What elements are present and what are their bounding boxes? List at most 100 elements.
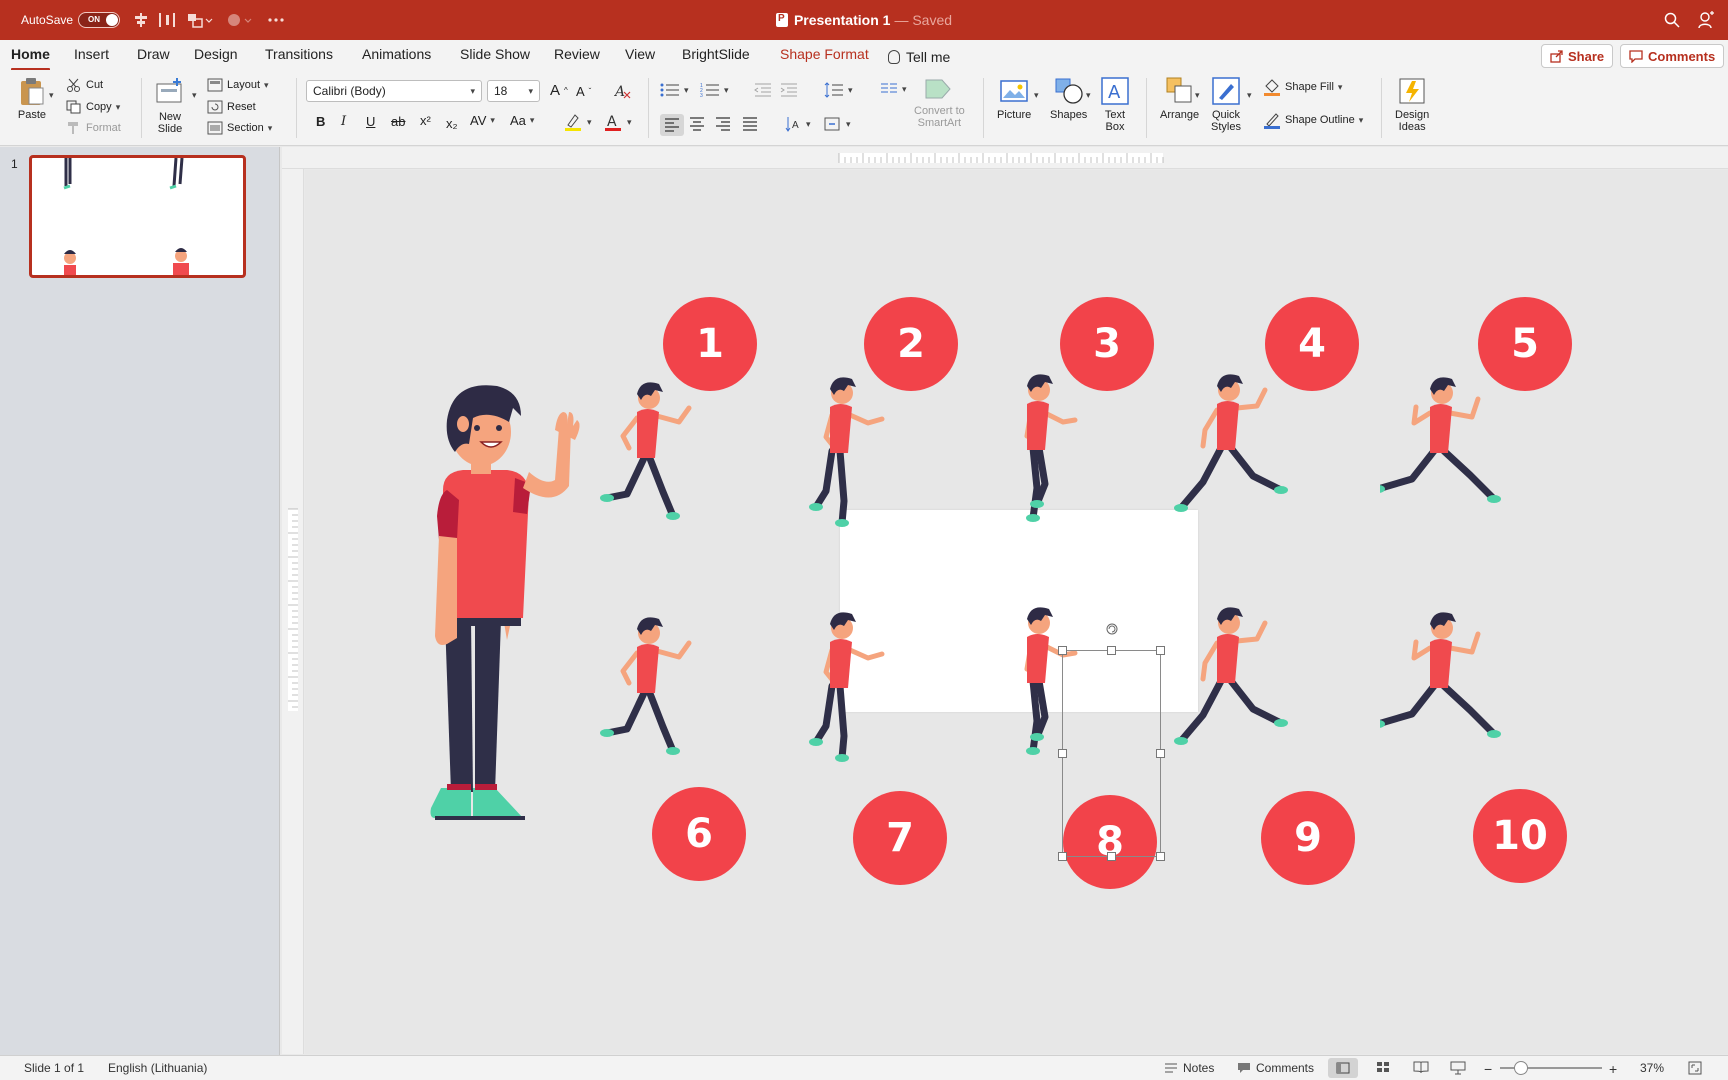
shapes-dropdown-icon[interactable]: ▾ <box>1086 90 1091 101</box>
autosave-toggle[interactable]: ON <box>78 12 120 28</box>
quick-styles-dropdown-icon[interactable]: ▾ <box>1247 90 1252 101</box>
format-painter-button[interactable]: Format <box>66 121 121 135</box>
font-size-select[interactable]: 18 ▾ <box>487 80 540 102</box>
layout-button[interactable]: Layout ▾ <box>207 78 269 92</box>
decrease-indent-button[interactable] <box>754 82 772 98</box>
share-button[interactable]: Share <box>1541 44 1614 68</box>
distribute-icon[interactable] <box>158 0 176 40</box>
running-character-frame-1[interactable] <box>587 378 717 538</box>
tab-home[interactable]: Home <box>11 46 50 71</box>
arrange-button[interactable]: Arrange <box>1160 76 1199 121</box>
fit-slide-button[interactable] <box>1688 1061 1702 1075</box>
slide-thumbnail[interactable] <box>29 155 246 278</box>
slideshow-view-button[interactable] <box>1450 1061 1466 1075</box>
resize-handle[interactable] <box>1058 646 1067 655</box>
search-icon[interactable] <box>1664 0 1680 40</box>
shape-outline-button[interactable]: Shape Outline ▾ <box>1263 111 1363 129</box>
cut-button[interactable]: Cut <box>66 78 103 92</box>
language-indicator[interactable]: English (Lithuania) <box>108 1061 207 1075</box>
shape-effects-icon[interactable] <box>226 0 252 40</box>
resize-handle[interactable] <box>1156 749 1165 758</box>
notes-button[interactable]: Notes <box>1164 1061 1214 1075</box>
resize-handle[interactable] <box>1107 852 1116 861</box>
tab-shape-format[interactable]: Shape Format <box>780 46 869 68</box>
text-box-button[interactable]: A Text Box <box>1100 76 1130 133</box>
align-left-button[interactable] <box>660 114 684 136</box>
running-character-frame-4[interactable] <box>1167 370 1297 530</box>
paste-dropdown-icon[interactable]: ▾ <box>49 90 54 101</box>
resize-handle[interactable] <box>1156 646 1165 655</box>
line-spacing-button[interactable]: ▾ <box>824 82 853 98</box>
zoom-level[interactable]: 37% <box>1640 1061 1664 1075</box>
highlight-button[interactable]: ▾ <box>563 112 592 132</box>
number-circle-1[interactable]: 1 <box>663 297 757 391</box>
align-center-icon[interactable] <box>133 0 149 40</box>
align-center-button[interactable] <box>689 117 705 131</box>
copy-dropdown-icon[interactable]: ▾ <box>116 102 121 113</box>
section-button[interactable]: Section ▾ <box>207 121 272 135</box>
arrange-dropdown-icon[interactable]: ▾ <box>1195 90 1200 101</box>
justify-button[interactable] <box>742 117 758 131</box>
running-character-frame-7[interactable] <box>780 608 910 768</box>
number-circle-9[interactable]: 9 <box>1261 791 1355 885</box>
zoom-slider[interactable] <box>1500 1061 1602 1075</box>
zoom-out-button[interactable]: − <box>1484 1061 1492 1077</box>
grow-font-button[interactable]: A ^ <box>550 82 568 99</box>
tab-slide-show[interactable]: Slide Show <box>460 46 530 68</box>
font-name-select[interactable]: Calibri (Body) ▾ <box>306 80 482 102</box>
align-right-button[interactable] <box>715 117 731 131</box>
change-case-button[interactable]: Aa ▾ <box>510 113 534 128</box>
font-color-button[interactable]: A ▾ <box>603 112 632 132</box>
convert-smartart-button[interactable]: Convert to SmartArt <box>914 76 965 129</box>
reading-view-button[interactable] <box>1413 1061 1429 1073</box>
number-circle-10[interactable]: 10 <box>1473 789 1567 883</box>
account-icon[interactable] <box>1697 0 1715 40</box>
underline-button[interactable]: U <box>366 114 375 129</box>
running-character-frame-6[interactable] <box>587 613 717 773</box>
tab-design[interactable]: Design <box>194 46 238 68</box>
tab-brightslide[interactable]: BrightSlide <box>682 46 750 68</box>
text-direction-button[interactable]: A ▾ <box>784 115 811 133</box>
picture-dropdown-icon[interactable]: ▾ <box>1034 90 1039 101</box>
section-dropdown-icon[interactable]: ▾ <box>268 123 273 134</box>
bold-button[interactable]: B <box>316 114 325 129</box>
rotate-handle-icon[interactable] <box>1106 623 1118 635</box>
shrink-font-button[interactable]: Aˇ <box>576 84 591 99</box>
subscript-button[interactable]: x₂ <box>446 116 458 131</box>
tab-animations[interactable]: Animations <box>362 46 431 68</box>
italic-button[interactable]: I <box>341 114 346 129</box>
tab-insert[interactable]: Insert <box>74 46 109 68</box>
numbering-button[interactable]: 123 ▾ <box>700 82 729 98</box>
character-spacing-button[interactable]: AV ▾ <box>470 113 495 128</box>
tell-me[interactable]: Tell me <box>888 46 950 68</box>
running-character-frame-10[interactable] <box>1380 608 1510 768</box>
tab-transitions[interactable]: Transitions <box>265 46 333 68</box>
tab-review[interactable]: Review <box>554 46 600 68</box>
more-icon[interactable] <box>268 0 284 40</box>
waving-character-illustration[interactable] <box>405 380 585 840</box>
running-character-frame-9[interactable] <box>1167 603 1297 763</box>
resize-handle[interactable] <box>1156 852 1165 861</box>
copy-button[interactable]: Copy ▾ <box>66 100 120 114</box>
layout-dropdown-icon[interactable]: ▾ <box>264 80 269 91</box>
resize-handle[interactable] <box>1058 749 1067 758</box>
number-circle-6[interactable]: 6 <box>652 787 746 881</box>
tab-draw[interactable]: Draw <box>137 46 170 68</box>
resize-handle[interactable] <box>1058 852 1067 861</box>
superscript-button[interactable]: x² <box>420 113 431 128</box>
selection-box[interactable] <box>1058 623 1165 861</box>
quick-styles-button[interactable]: Quick Styles <box>1211 76 1241 133</box>
normal-view-button[interactable] <box>1328 1058 1358 1078</box>
comments-button[interactable]: Comments <box>1620 44 1725 68</box>
new-slide-dropdown-icon[interactable]: ▾ <box>192 90 197 101</box>
design-ideas-button[interactable]: Design Ideas <box>1395 76 1429 133</box>
clear-formatting-button[interactable]: A <box>614 82 632 100</box>
new-slide-button[interactable]: New Slide <box>155 78 185 135</box>
picture-button[interactable]: Picture <box>997 76 1031 121</box>
paste-button[interactable]: Paste <box>17 76 47 121</box>
running-character-frame-3[interactable] <box>977 370 1107 530</box>
columns-button[interactable]: ▾ <box>880 82 907 96</box>
resize-handle[interactable] <box>1107 646 1116 655</box>
status-comments-button[interactable]: Comments <box>1237 1061 1314 1075</box>
zoom-in-button[interactable]: + <box>1609 1061 1617 1077</box>
